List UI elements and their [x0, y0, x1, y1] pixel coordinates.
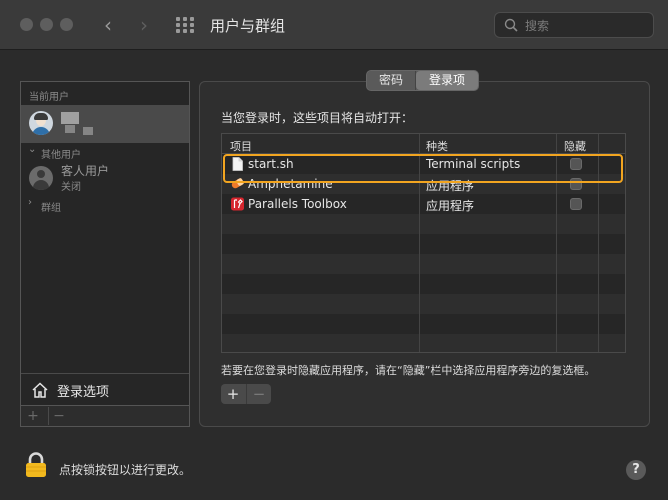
other-users-label: 其他用户	[41, 150, 81, 161]
show-all-grid-icon[interactable]	[176, 17, 194, 33]
current-user-label: 当前用户	[29, 92, 69, 103]
groups-label[interactable]: 群组	[41, 199, 61, 214]
users-sidebar: 当前用户 ⌄ 其他用户 客人用户 关闭 › 群组 登录选项 + −	[20, 81, 190, 427]
search-box[interactable]	[494, 12, 654, 38]
redacted-user-role-2	[83, 127, 93, 135]
item-kind: 应用程序	[426, 179, 475, 193]
add-login-item-button[interactable]: +	[221, 384, 245, 404]
search-input[interactable]	[523, 16, 651, 36]
lock-instruction: 点按锁按钮以进行更改。	[59, 463, 192, 477]
hide-checkbox[interactable]	[570, 178, 582, 190]
help-button[interactable]: ?	[626, 460, 646, 480]
remove-user-button[interactable]: −	[48, 407, 69, 425]
avatar	[29, 111, 53, 135]
title-bar: ‹ › 用户与群组	[0, 0, 668, 50]
hide-checkbox[interactable]	[570, 158, 582, 170]
login-items-heading: 当您登录时，这些项目将自动打开：	[221, 111, 414, 125]
guest-user-name[interactable]: 客人用户	[61, 162, 109, 179]
back-button[interactable]: ‹	[98, 14, 118, 36]
empty-row	[222, 334, 625, 352]
column-header-kind[interactable]: 种类	[426, 138, 448, 154]
forward-button[interactable]: ›	[134, 14, 154, 36]
column-header-hide[interactable]: 隐藏	[564, 138, 586, 154]
window-title: 用户与群组	[210, 17, 286, 35]
search-icon	[504, 18, 518, 32]
guest-user-status: 关闭	[61, 182, 81, 193]
chevron-down-icon[interactable]: ⌄	[28, 144, 36, 155]
empty-row	[222, 234, 625, 254]
guest-avatar	[29, 166, 53, 190]
lock-icon[interactable]	[25, 452, 47, 478]
hide-hint-text: 若要在您登录时隐藏应用程序，请在“隐藏”栏中选择应用程序旁边的复选框。	[221, 364, 596, 377]
current-user-row[interactable]	[21, 105, 189, 143]
item-name: Parallels Toolbox	[248, 197, 347, 211]
house-icon	[32, 382, 48, 398]
table-header: 项目 种类 隐藏	[222, 134, 625, 154]
item-kind: 应用程序	[426, 199, 475, 213]
empty-row	[222, 294, 625, 314]
hide-checkbox[interactable]	[570, 198, 582, 210]
close-window-button[interactable]	[20, 18, 33, 31]
empty-row	[222, 254, 625, 274]
redacted-user-name	[61, 112, 79, 124]
column-divider[interactable]	[598, 134, 599, 352]
column-header-item[interactable]: 项目	[230, 138, 252, 154]
login-items-table: 项目 种类 隐藏 start.sh Terminal scripts Amphe…	[221, 133, 626, 353]
amphetamine-icon	[231, 178, 244, 189]
redacted-user-role	[65, 125, 75, 133]
item-kind: Terminal scripts	[426, 157, 521, 171]
column-divider[interactable]	[419, 134, 420, 352]
table-row[interactable]: Amphetamine 应用程序	[222, 174, 625, 194]
tab-bar: 密码 登录项	[366, 70, 479, 91]
login-options-label: 登录选项	[57, 385, 110, 400]
item-name: start.sh	[248, 157, 294, 171]
zoom-window-button[interactable]	[60, 18, 73, 31]
parallels-toolbox-icon	[231, 197, 244, 211]
login-options-button[interactable]: 登录选项	[21, 373, 189, 405]
empty-row	[222, 214, 625, 234]
sidebar-toolbar: + −	[21, 405, 189, 426]
tab-login-items[interactable]: 登录项	[416, 71, 478, 90]
table-row[interactable]: Parallels Toolbox 应用程序	[222, 194, 625, 214]
table-row[interactable]: start.sh Terminal scripts	[222, 154, 625, 174]
column-divider[interactable]	[556, 134, 557, 352]
item-name: Amphetamine	[248, 177, 333, 191]
chevron-right-icon[interactable]: ›	[28, 197, 32, 208]
empty-row	[222, 314, 625, 334]
add-user-button[interactable]: +	[23, 407, 43, 425]
tab-password[interactable]: 密码	[367, 71, 416, 90]
document-icon	[232, 157, 243, 171]
remove-login-item-button[interactable]: −	[246, 384, 271, 404]
empty-row	[222, 274, 625, 294]
minimize-window-button[interactable]	[40, 18, 53, 31]
login-items-toolbar: + −	[221, 384, 271, 404]
